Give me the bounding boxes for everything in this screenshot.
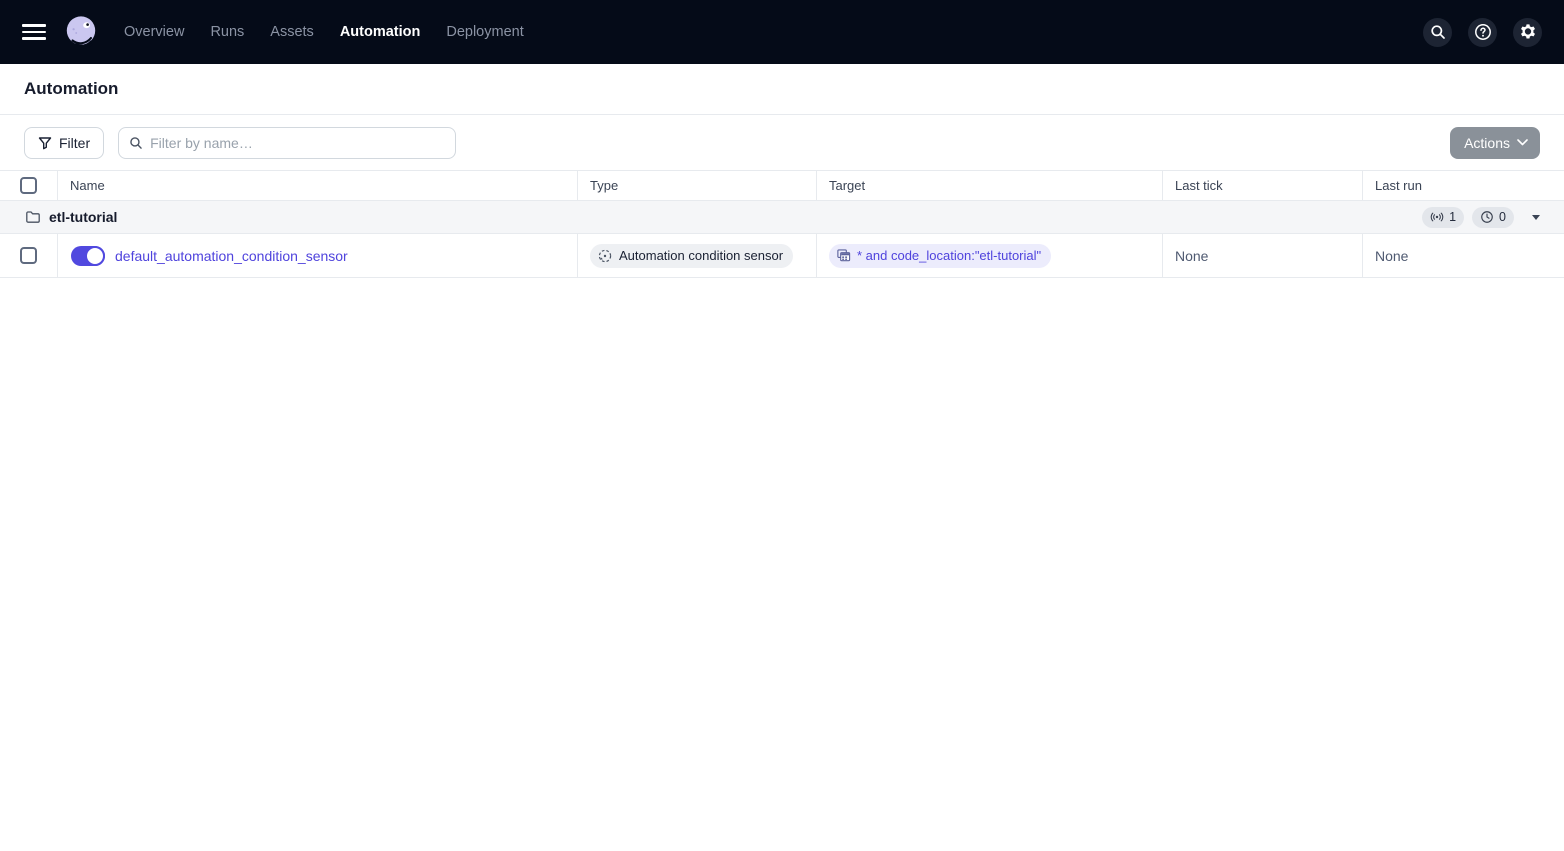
row-checkbox[interactable] — [20, 247, 37, 264]
hamburger-menu-icon[interactable] — [22, 20, 46, 44]
column-header-target: Target — [817, 171, 1163, 200]
page-title: Automation — [24, 79, 119, 98]
caret-down-icon — [1532, 214, 1540, 220]
search-icon — [130, 136, 142, 149]
automation-condition-icon — [598, 249, 612, 262]
group-row-etl-tutorial[interactable]: etl-tutorial 1 0 — [0, 201, 1564, 234]
actions-button-label: Actions — [1464, 134, 1510, 151]
filter-button-label: Filter — [59, 134, 91, 151]
actions-button[interactable]: Actions — [1450, 126, 1540, 159]
column-header-last-run: Last run — [1375, 178, 1422, 193]
name-filter-field — [118, 126, 457, 159]
sensor-count: 1 — [1449, 210, 1457, 224]
automation-table: Name Type Target Last tick Last run etl-… — [0, 171, 1564, 278]
asset-table-icon — [837, 249, 851, 262]
folder-icon — [26, 211, 40, 223]
schedule-count-badge: 0 — [1472, 206, 1514, 228]
sensor-name-link[interactable]: default_automation_condition_sensor — [115, 248, 348, 264]
column-header-last-tick: Last tick — [1163, 171, 1363, 200]
search-button[interactable] — [1423, 17, 1452, 47]
octopus-logo-icon — [66, 16, 96, 49]
gear-icon — [1520, 24, 1535, 39]
funnel-icon — [38, 136, 52, 149]
search-icon — [1430, 25, 1445, 39]
page-header: Automation — [0, 64, 1564, 115]
help-icon — [1474, 24, 1491, 40]
help-button[interactable] — [1468, 17, 1497, 47]
table-header-row: Name Type Target Last tick Last run — [0, 171, 1564, 201]
chevron-down-icon — [1517, 139, 1528, 146]
select-all-checkbox[interactable] — [20, 177, 37, 194]
nav-item-automation[interactable]: Automation — [340, 24, 421, 40]
nav-item-assets[interactable]: Assets — [270, 24, 314, 40]
schedule-count: 0 — [1499, 210, 1506, 224]
top-navbar: Overview Runs Assets Automation Deployme… — [0, 0, 1564, 64]
nav-item-runs[interactable]: Runs — [210, 24, 244, 40]
table-row: default_automation_condition_sensor Auto… — [0, 234, 1564, 278]
settings-button[interactable] — [1513, 17, 1542, 47]
clock-icon — [1481, 211, 1493, 223]
filter-button[interactable]: Filter — [24, 126, 105, 159]
toggle-knob — [85, 245, 105, 266]
name-filter-input[interactable] — [150, 134, 446, 151]
group-collapse-button[interactable] — [1526, 211, 1546, 224]
sensor-type-badge: Automation condition sensor — [590, 243, 794, 268]
navbar-actions — [1423, 17, 1542, 47]
target-selection-badge[interactable]: * and code_location:"etl-tutorial" — [829, 243, 1052, 268]
main-nav: Overview Runs Assets Automation Deployme… — [124, 24, 524, 40]
nav-item-overview[interactable]: Overview — [124, 24, 184, 40]
column-header-type: Type — [578, 171, 817, 200]
group-name: etl-tutorial — [49, 209, 118, 225]
group-summary: 1 0 — [1422, 206, 1546, 228]
nav-item-deployment[interactable]: Deployment — [446, 24, 523, 40]
last-run-value: None — [1375, 247, 1409, 264]
target-selection-label: * and code_location:"etl-tutorial" — [857, 248, 1042, 263]
toolbar: Filter Actions — [0, 115, 1564, 171]
sensor-type-label: Automation condition sensor — [619, 248, 784, 263]
column-header-name: Name — [58, 171, 578, 200]
sensor-enabled-toggle[interactable] — [71, 245, 105, 266]
dagster-logo[interactable] — [62, 13, 100, 51]
last-tick-value: None — [1175, 247, 1209, 264]
sensor-icon — [1430, 212, 1444, 222]
sensor-count-badge: 1 — [1422, 206, 1465, 228]
